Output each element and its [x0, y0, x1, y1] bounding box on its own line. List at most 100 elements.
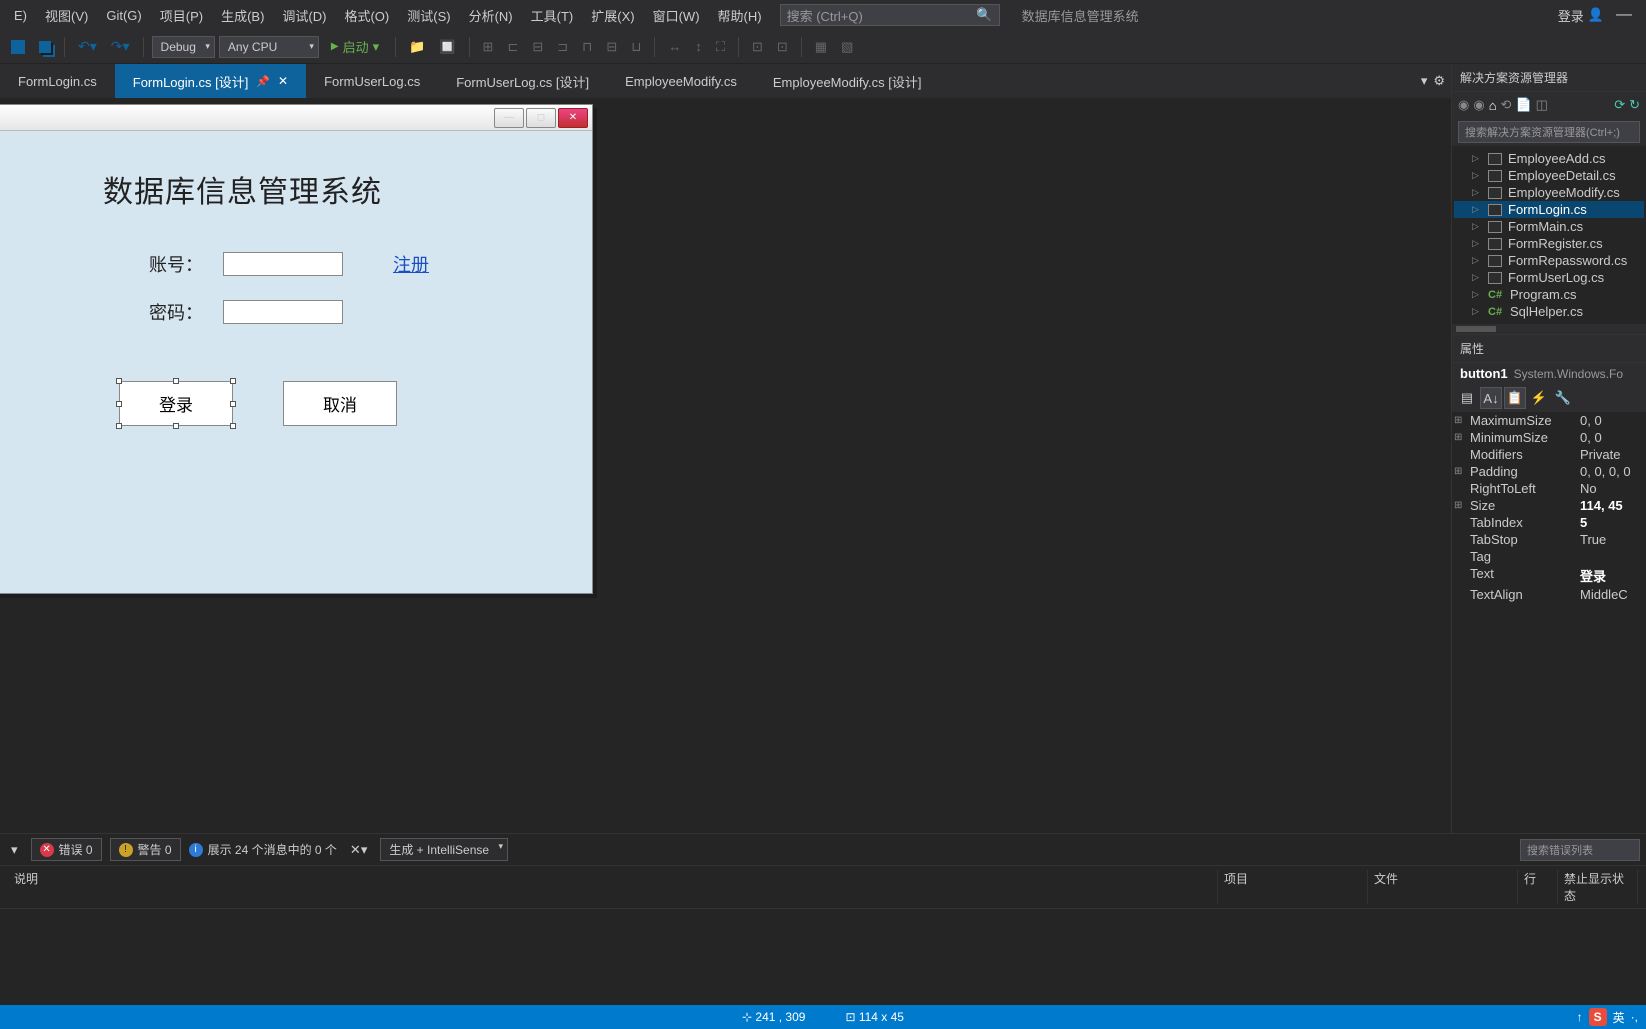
- prop-row-modifiers[interactable]: ModifiersPrivate: [1452, 446, 1646, 463]
- send-back-icon[interactable]: ▧: [836, 36, 858, 58]
- align-icon[interactable]: ⊞: [478, 36, 499, 58]
- redo-icon[interactable]: ↷▾: [106, 35, 135, 58]
- ime-badge-icon[interactable]: S: [1589, 1008, 1607, 1026]
- prop-row-minimumsize[interactable]: ⊞MinimumSize0, 0: [1452, 429, 1646, 446]
- prop-row-tabindex[interactable]: TabIndex5: [1452, 514, 1646, 531]
- error-scope-dropdown[interactable]: ▾: [6, 839, 23, 861]
- menu-item[interactable]: E): [6, 4, 35, 27]
- tree-item-formrepassword-cs[interactable]: ▷FormRepassword.cs: [1454, 252, 1644, 269]
- clear-filter-icon[interactable]: ✕▾: [345, 839, 372, 861]
- prop-value[interactable]: 0, 0, 0, 0: [1580, 464, 1631, 479]
- align-bottom-icon[interactable]: ⊔: [626, 36, 646, 58]
- expand-icon[interactable]: ⛶: [711, 36, 730, 58]
- hspace-icon[interactable]: ↔: [663, 36, 686, 57]
- events-icon[interactable]: ⚡: [1528, 387, 1550, 409]
- menu-item-format[interactable]: 格式(O): [336, 2, 397, 29]
- tabs-gear-icon[interactable]: ⚙: [1433, 73, 1445, 89]
- close-icon[interactable]: ✕: [558, 108, 588, 128]
- tab-formlogin-cs[interactable]: FormLogin.cs: [0, 66, 115, 97]
- password-input[interactable]: [223, 300, 343, 324]
- start-button[interactable]: 启动 ▾: [323, 35, 387, 58]
- properties-object-selector[interactable]: button1 System.Windows.Fo: [1452, 363, 1646, 384]
- designer-surface[interactable]: — ◻ ✕ 数据库信息管理系统 账号： 注册 密码：: [0, 98, 1451, 833]
- warnings-filter[interactable]: ! 警告 0: [110, 838, 181, 861]
- password-label[interactable]: 密码：: [149, 299, 209, 325]
- tab-formuserlog-cs[interactable]: FormUserLog.cs: [306, 66, 438, 97]
- tree-item-program-cs[interactable]: ▷C#Program.cs: [1454, 286, 1644, 303]
- login-form-button[interactable]: 登录: [119, 381, 233, 426]
- prop-value[interactable]: 5: [1580, 515, 1587, 530]
- align-right-icon[interactable]: ⊐: [552, 36, 573, 58]
- prop-row-size[interactable]: ⊞Size114, 45: [1452, 497, 1646, 514]
- prop-row-padding[interactable]: ⊞Padding0, 0, 0, 0: [1452, 463, 1646, 480]
- back-icon[interactable]: ◉: [1458, 97, 1469, 113]
- header-project[interactable]: 项目: [1218, 870, 1368, 904]
- tab-formlogin-design[interactable]: FormLogin.cs [设计] 📌 ✕: [115, 64, 306, 99]
- save-icon[interactable]: [6, 37, 30, 57]
- menu-item-test[interactable]: 测试(S): [399, 2, 458, 29]
- menu-item-analyze[interactable]: 分析(N): [461, 2, 521, 29]
- minimize-icon[interactable]: —: [494, 108, 524, 128]
- save-all-icon[interactable]: [34, 38, 56, 56]
- prop-row-righttoleft[interactable]: RightToLeftNo: [1452, 480, 1646, 497]
- properties-grid[interactable]: ⊞MaximumSize0, 0⊞MinimumSize0, 0Modifier…: [1452, 412, 1646, 833]
- tree-item-formlogin-cs[interactable]: ▷FormLogin.cs: [1454, 201, 1644, 218]
- upload-icon[interactable]: ↑: [1577, 1010, 1583, 1024]
- vspace-icon[interactable]: ↕: [690, 36, 707, 57]
- expander-icon[interactable]: ▷: [1472, 238, 1482, 249]
- expander-icon[interactable]: ⊞: [1454, 466, 1462, 477]
- platform-dropdown[interactable]: Any CPU: [219, 36, 319, 58]
- menu-item-git[interactable]: Git(G): [98, 4, 149, 27]
- expander-icon[interactable]: ⊞: [1454, 415, 1462, 426]
- menu-item-build[interactable]: 生成(B): [213, 2, 272, 29]
- resize-handle[interactable]: [173, 378, 179, 384]
- tabs-dropdown-icon[interactable]: ▾: [1421, 73, 1428, 89]
- center-v-icon[interactable]: ⊡: [772, 36, 793, 58]
- property-pages-icon[interactable]: 🔧: [1552, 387, 1574, 409]
- prop-value[interactable]: 0, 0: [1580, 413, 1602, 428]
- winform-preview[interactable]: — ◻ ✕ 数据库信息管理系统 账号： 注册 密码：: [0, 104, 593, 594]
- align-center-icon[interactable]: ⊟: [527, 36, 548, 58]
- menu-item-project[interactable]: 项目(P): [152, 2, 211, 29]
- horizontal-scrollbar[interactable]: [1452, 324, 1646, 334]
- prop-value[interactable]: 登录: [1580, 566, 1606, 585]
- menu-item-view[interactable]: 视图(V): [37, 2, 96, 29]
- error-search[interactable]: 搜索错误列表: [1520, 839, 1640, 861]
- expander-icon[interactable]: ▷: [1472, 221, 1482, 232]
- account-input[interactable]: [223, 252, 343, 276]
- resize-handle[interactable]: [230, 378, 236, 384]
- align-left-icon[interactable]: ⊏: [502, 36, 523, 58]
- align-middle-icon[interactable]: ⊟: [601, 36, 622, 58]
- menu-item-window[interactable]: 窗口(W): [645, 2, 708, 29]
- close-icon[interactable]: ✕: [278, 74, 288, 88]
- tree-item-employeemodify-cs[interactable]: ▷EmployeeModify.cs: [1454, 184, 1644, 201]
- prop-value[interactable]: MiddleC: [1580, 587, 1628, 602]
- align-top-icon[interactable]: ⊓: [577, 36, 597, 58]
- layout-icon[interactable]: 🔲: [434, 36, 460, 58]
- expander-icon[interactable]: ▷: [1472, 272, 1482, 283]
- expander-icon[interactable]: ⊞: [1454, 432, 1462, 443]
- prop-value[interactable]: True: [1580, 532, 1606, 547]
- tab-employeemodify-cs[interactable]: EmployeeModify.cs: [607, 66, 755, 97]
- header-description[interactable]: 说明: [8, 870, 1218, 904]
- prop-row-maximumsize[interactable]: ⊞MaximumSize0, 0: [1452, 412, 1646, 429]
- tree-item-formregister-cs[interactable]: ▷FormRegister.cs: [1454, 235, 1644, 252]
- tree-item-employeedetail-cs[interactable]: ▷EmployeeDetail.cs: [1454, 167, 1644, 184]
- minimize-icon[interactable]: —: [1616, 6, 1630, 24]
- categorize-icon[interactable]: ▤: [1456, 387, 1478, 409]
- sync-icon[interactable]: ⟲: [1501, 97, 1512, 113]
- prop-row-tag[interactable]: Tag: [1452, 548, 1646, 565]
- undo-icon[interactable]: ↶▾: [73, 35, 102, 58]
- expander-icon[interactable]: ▷: [1472, 255, 1482, 266]
- resize-handle[interactable]: [116, 378, 122, 384]
- prop-value[interactable]: Private: [1580, 447, 1620, 462]
- header-suppress[interactable]: 禁止显示状态: [1558, 870, 1638, 904]
- search-box[interactable]: 搜索 (Ctrl+Q) 🔍: [780, 4, 1000, 26]
- menu-item-extensions[interactable]: 扩展(X): [583, 2, 642, 29]
- tree-item-sqlhelper-cs[interactable]: ▷C#SqlHelper.cs: [1454, 303, 1644, 320]
- tab-formuserlog-design[interactable]: FormUserLog.cs [设计]: [438, 64, 607, 99]
- prop-row-tabstop[interactable]: TabStopTrue: [1452, 531, 1646, 548]
- ime-lang[interactable]: 英: [1613, 1009, 1625, 1026]
- resize-handle[interactable]: [173, 423, 179, 429]
- collapse-icon[interactable]: ◫: [1536, 97, 1548, 113]
